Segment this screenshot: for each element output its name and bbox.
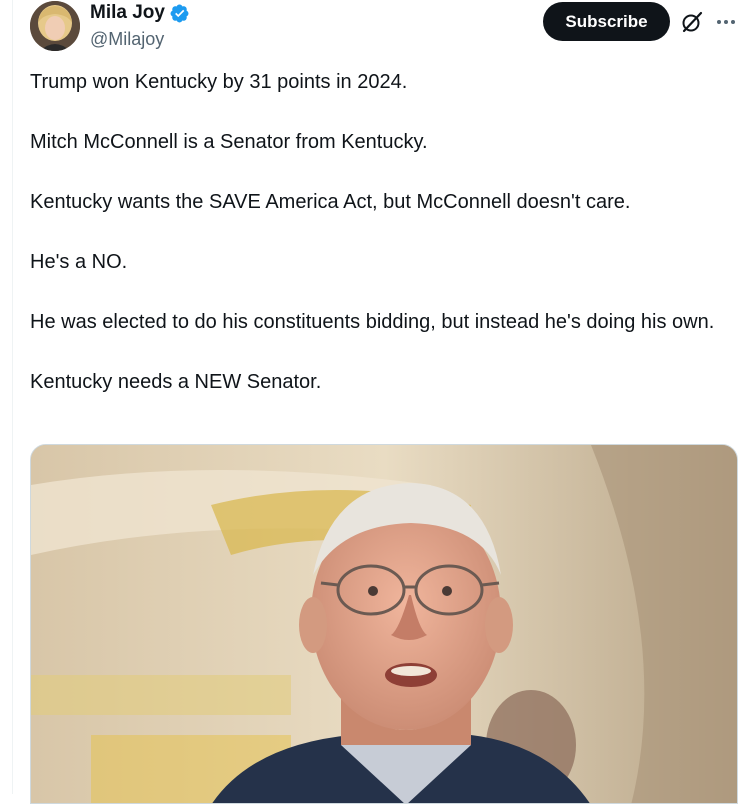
tweet-paragraph: He's a NO. [30, 251, 128, 273]
left-border [12, 0, 13, 794]
tweet-paragraph: He was elected to do his constituents bi… [30, 311, 715, 333]
grok-icon[interactable] [680, 10, 704, 34]
tweet-text: Trump won Kentucky by 31 points in 2024.… [30, 67, 738, 427]
tweet-paragraph: Trump won Kentucky by 31 points in 2024. [30, 71, 408, 93]
author-handle[interactable]: @Milajoy [90, 28, 164, 50]
tweet-photo[interactable] [30, 444, 738, 804]
verified-badge-icon [169, 3, 190, 24]
author-name-row[interactable]: Mila Joy [90, 2, 190, 24]
avatar[interactable] [30, 1, 80, 51]
subscribe-button[interactable]: Subscribe [543, 2, 670, 41]
more-icon[interactable] [712, 8, 740, 36]
tweet-paragraph: Mitch McConnell is a Senator from Kentuc… [30, 131, 428, 153]
tweet-paragraph: Kentucky wants the SAVE America Act, but… [30, 191, 631, 213]
author-display-name[interactable]: Mila Joy [90, 2, 165, 24]
tweet-paragraph: Kentucky needs a NEW Senator. [30, 371, 322, 393]
